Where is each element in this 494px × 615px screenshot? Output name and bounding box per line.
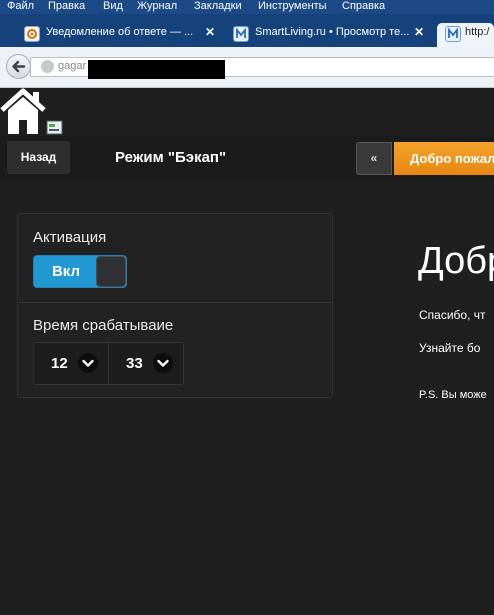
close-tab-icon[interactable]: ✕ bbox=[205, 25, 215, 39]
hour-select[interactable]: 12 bbox=[34, 343, 108, 384]
trigger-time-label: Время срабатываие bbox=[33, 317, 174, 334]
welcome-line-1: Спасибо, чт bbox=[419, 308, 486, 322]
chevron-down-icon bbox=[78, 353, 98, 373]
menu-edit[interactable]: Правка bbox=[48, 0, 85, 12]
browser-tab-smartliving[interactable]: SmartLiving.ru • Просмотр те... ✕ bbox=[233, 23, 427, 47]
browser-menu-bar: Файл Правка Вид Журнал Закладки Инструме… bbox=[0, 0, 494, 14]
home-icon[interactable] bbox=[0, 88, 64, 136]
back-button[interactable]: Назад bbox=[6, 140, 71, 175]
page-title: Режим "Бэкап" bbox=[115, 149, 227, 166]
activation-toggle[interactable]: Вкл bbox=[33, 255, 127, 288]
welcome-ps: P.S. Вы може bbox=[419, 389, 487, 401]
url-text: gagar bbox=[58, 60, 87, 72]
menu-bookmarks[interactable]: Закладки bbox=[194, 0, 242, 12]
hour-value: 12 bbox=[51, 355, 68, 372]
welcome-heading: Добр bbox=[418, 240, 494, 282]
app-header: Назад Режим "Бэкап" « Добро пожал bbox=[0, 136, 494, 180]
at-icon bbox=[24, 26, 40, 42]
m-logo-icon bbox=[445, 26, 461, 42]
address-bar[interactable]: gagar bbox=[30, 57, 494, 79]
menu-tools[interactable]: Инструменты bbox=[258, 0, 327, 12]
welcome-tab[interactable]: Добро пожал bbox=[394, 142, 494, 175]
browser-tab-bar: Уведомление об ответе — ... ✕ SmartLivin… bbox=[0, 14, 494, 47]
time-selector: 12 33 bbox=[33, 342, 184, 385]
globe-icon bbox=[41, 60, 54, 73]
welcome-line-2: Узнайте бо bbox=[419, 341, 481, 355]
m-logo-icon bbox=[233, 26, 249, 42]
menu-help[interactable]: Справка bbox=[342, 0, 385, 12]
browser-tab-notification[interactable]: Уведомление об ответе — ... ✕ bbox=[24, 23, 218, 47]
browser-back-button[interactable] bbox=[6, 54, 31, 79]
settings-panel: Активация Вкл Время срабатываие 12 33 bbox=[17, 213, 333, 398]
arrow-left-icon bbox=[12, 60, 26, 73]
browser-nav-bar: gagar bbox=[0, 47, 494, 88]
toggle-knob[interactable] bbox=[96, 256, 126, 287]
menu-view[interactable]: Вид bbox=[103, 0, 123, 12]
close-tab-icon[interactable]: ✕ bbox=[414, 25, 424, 39]
redacted-url bbox=[88, 60, 225, 79]
divider bbox=[18, 302, 332, 303]
chevron-down-icon bbox=[153, 353, 173, 373]
collapse-panel-button[interactable]: « bbox=[356, 142, 392, 175]
menu-file[interactable]: Файл bbox=[7, 0, 34, 12]
minute-value: 33 bbox=[126, 355, 143, 372]
toggle-on-label: Вкл bbox=[51, 263, 81, 280]
activation-label: Активация bbox=[33, 229, 107, 246]
browser-tab-active[interactable]: http:/ bbox=[437, 23, 494, 47]
minute-select[interactable]: 33 bbox=[109, 343, 183, 384]
menu-history[interactable]: Журнал bbox=[137, 0, 177, 12]
